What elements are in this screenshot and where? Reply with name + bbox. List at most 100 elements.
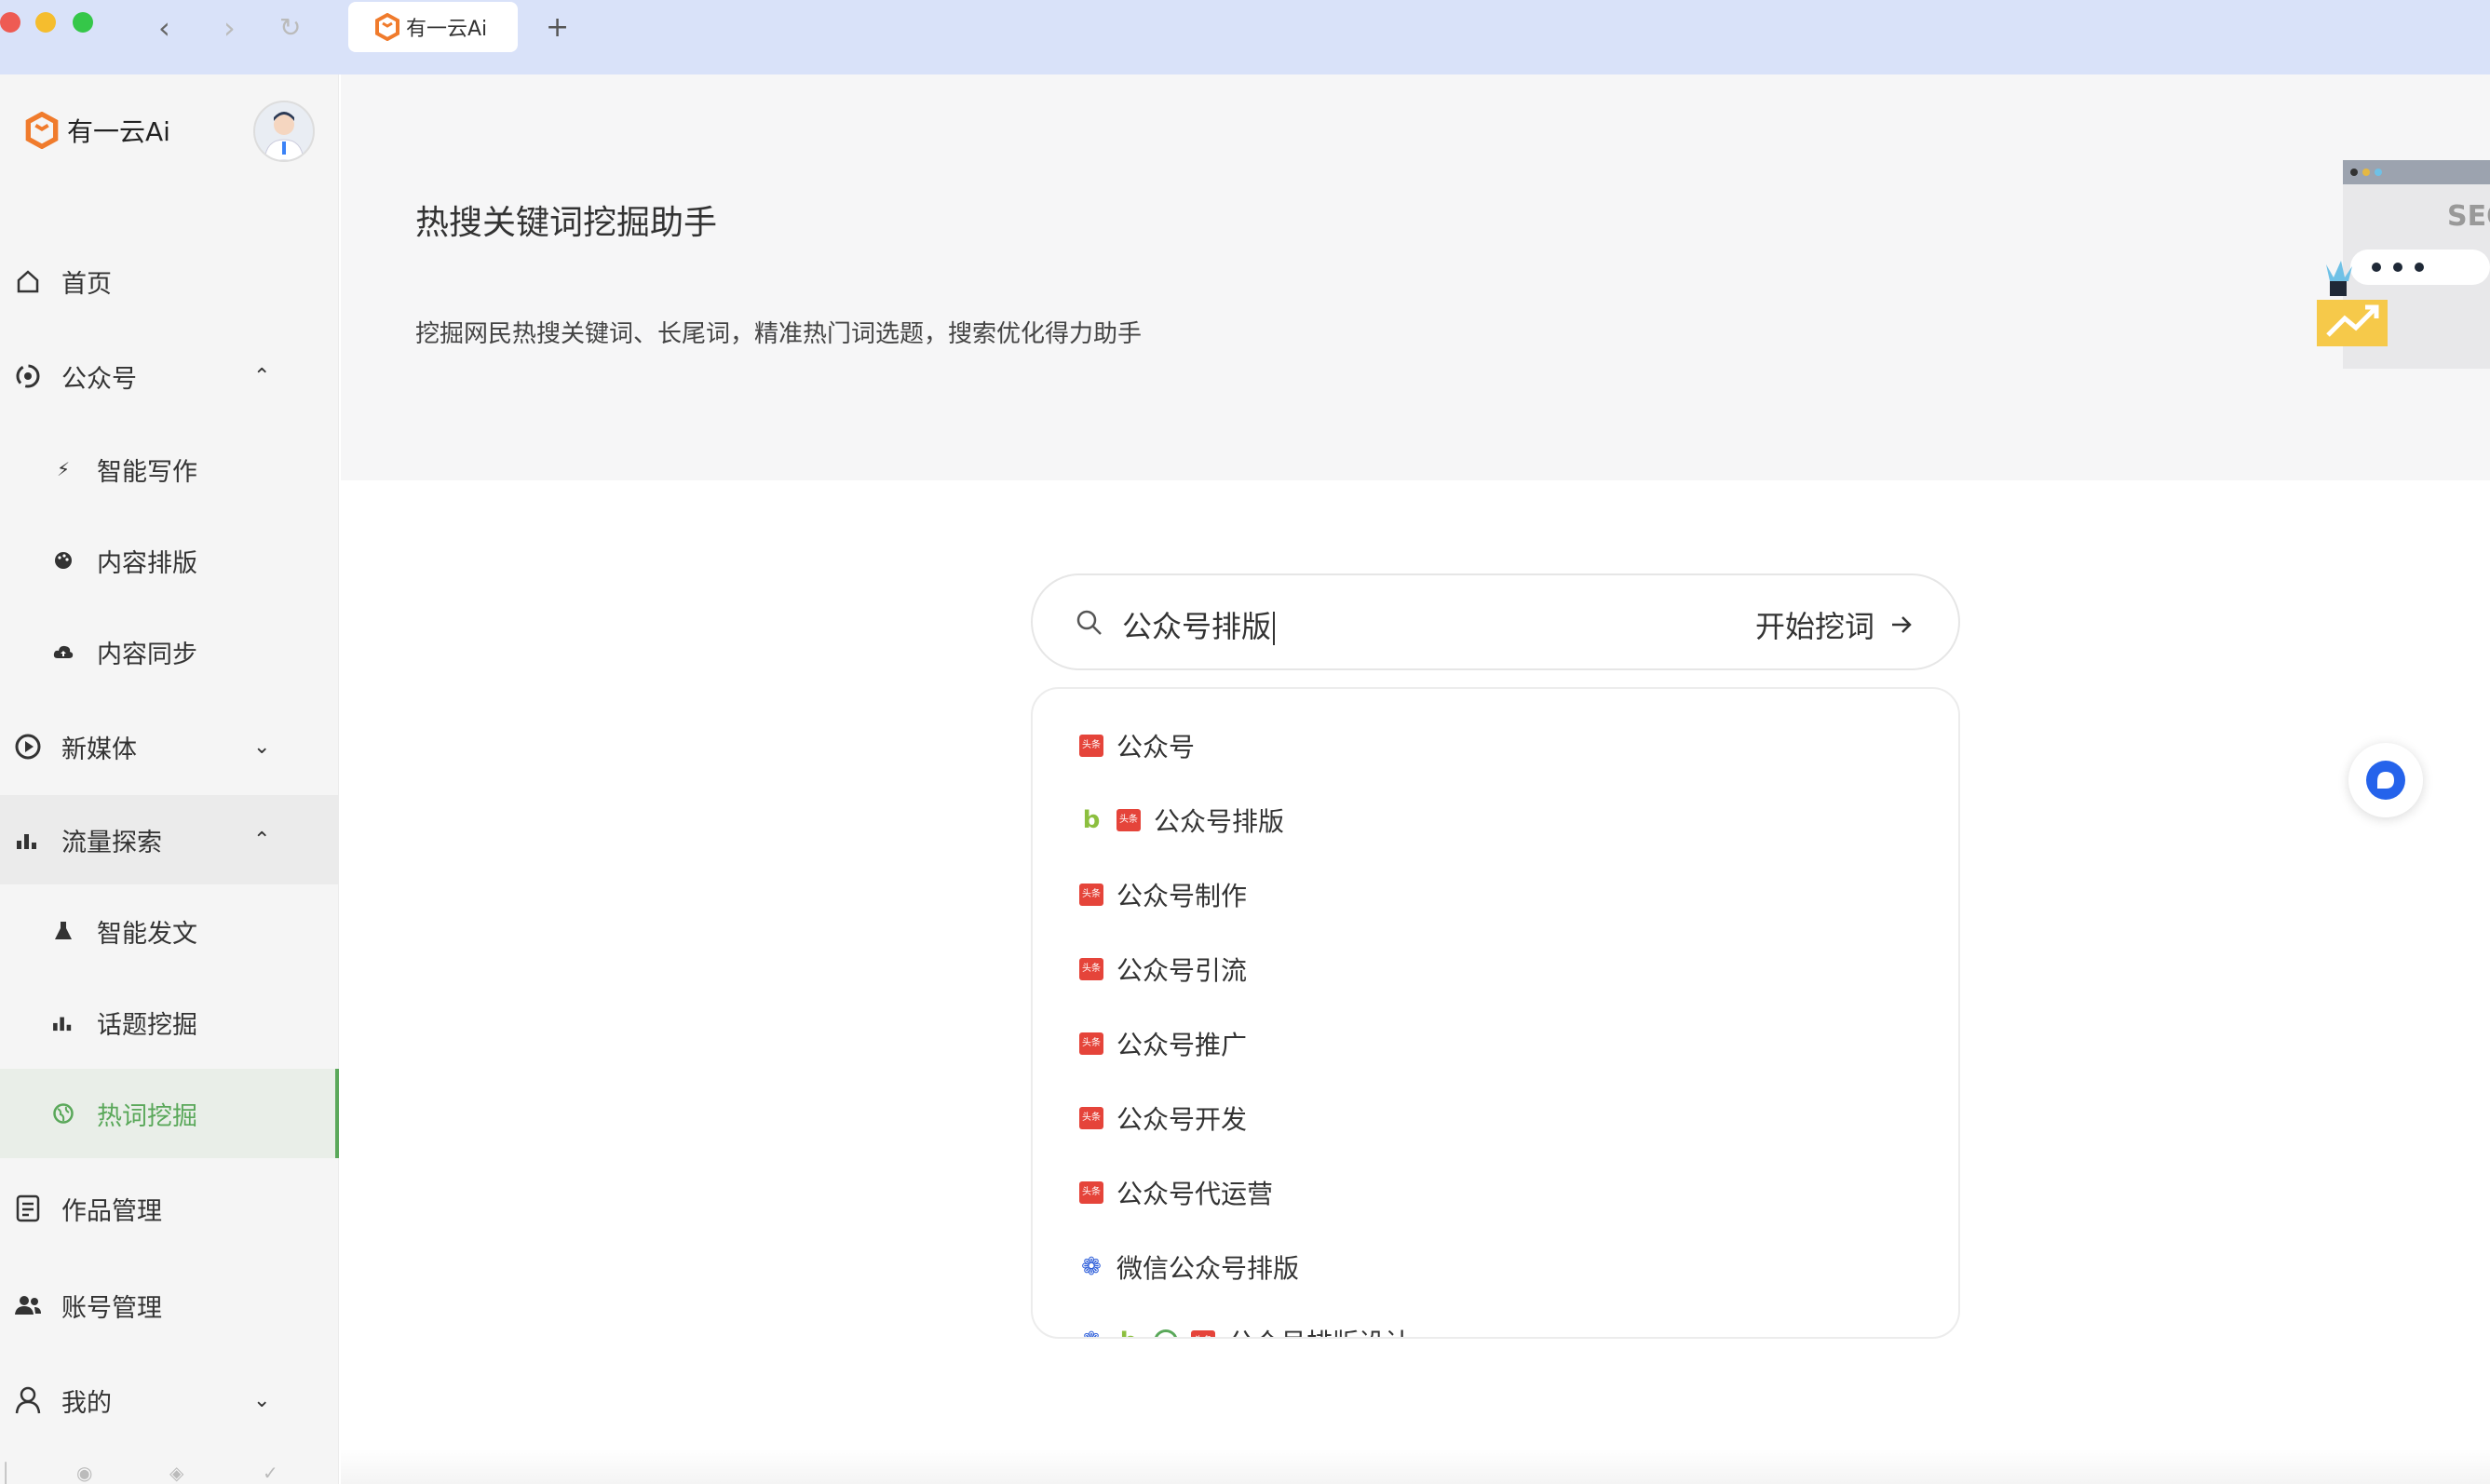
sidebar-footer: │ ◉ ◈ ✓: [0, 1462, 339, 1484]
sidebar-item-label: 我的: [61, 1388, 112, 1418]
new-tab-button[interactable]: +: [546, 9, 569, 47]
page-title: 热搜关键词挖掘助手: [415, 204, 718, 242]
toutiao-icon: 头条: [1079, 1107, 1103, 1129]
sidebar-item-label: 智能发文: [97, 919, 197, 949]
shield-icon[interactable]: ◈: [169, 1462, 183, 1484]
sidebar-item-label: 内容排版: [97, 548, 197, 578]
suggestion-text: 公众号代运营: [1116, 1179, 1274, 1209]
page-bottom: [341, 1449, 2490, 1484]
suggestion-item[interactable]: 头条 公众号制作: [1079, 871, 1247, 918]
bar-chart-icon: [11, 830, 45, 850]
browser-tab[interactable]: 有一云Ai: [348, 2, 518, 52]
brand-name: 有一云Ai: [67, 116, 170, 147]
keyword-search-box[interactable]: 公众号排版 开始挖词: [1031, 573, 1960, 670]
page-subtitle: 挖掘网民热搜关键词、长尾词，精准热门词选题，搜索优化得力助手: [415, 320, 1143, 348]
sidebar-item-official-account[interactable]: 公众号 ⌃: [0, 331, 339, 421]
sidebar-item-label: 作品管理: [61, 1196, 162, 1226]
bing-icon: b: [1116, 1328, 1141, 1337]
suggestion-text: 公众号推广: [1116, 1030, 1248, 1060]
start-mining-label: 开始挖词: [1755, 609, 1875, 644]
baidu-icon: ❁: [1079, 1328, 1103, 1337]
chevron-up-icon: ⌃: [253, 364, 271, 388]
toutiao-icon: 头条: [1191, 1330, 1215, 1337]
bar-chart-icon: [47, 1013, 80, 1032]
palette-icon: [47, 550, 80, 571]
suggestion-text: 公众号引流: [1116, 955, 1248, 986]
bing-icon: b: [1082, 806, 1101, 834]
suggestion-text: 公众号开发: [1116, 1104, 1248, 1135]
sidebar-item-label: 流量探索: [61, 828, 162, 857]
wechat-icon[interactable]: ◉: [76, 1462, 92, 1484]
suggestion-item[interactable]: 头条 公众号: [1079, 722, 1195, 769]
avatar-icon: [264, 112, 304, 160]
sidebar-item-smart-publish[interactable]: 智能发文: [0, 886, 339, 976]
floating-chat-button[interactable]: [2348, 743, 2423, 817]
sidebar-item-smart-writing[interactable]: ⚡︎ 智能写作: [0, 425, 339, 514]
sidebar-item-label: 公众号: [61, 364, 137, 394]
suggestion-item[interactable]: 头条 公众号代运营: [1079, 1169, 1273, 1216]
seo-illustration: SEO: [2317, 160, 2490, 380]
sidebar-item-label: 内容同步: [97, 640, 197, 669]
reload-icon[interactable]: ↻: [279, 9, 301, 47]
toutiao-icon: 头条: [1079, 1181, 1103, 1204]
sidebar-item-traffic-explore[interactable]: 流量探索 ⌃: [0, 795, 339, 884]
avatar[interactable]: [253, 101, 315, 162]
sidebar-item-label: 账号管理: [61, 1293, 162, 1323]
suggestion-text: 公众号: [1116, 732, 1196, 762]
brand-logo-icon: [375, 13, 399, 41]
browser-titlebar: ‹ › ↻ 有一云Ai +: [0, 0, 2490, 74]
document-icon: [11, 1194, 45, 1222]
maximize-window-button[interactable]: [73, 12, 93, 33]
seo-text: SEO: [2447, 200, 2490, 233]
hero-banner: 热搜关键词挖掘助手 挖掘网民热搜关键词、长尾词，精准热门词选题，搜索优化得力助手…: [341, 74, 2490, 480]
sidebar-item-hotword-mining[interactable]: 热词挖掘: [0, 1069, 339, 1158]
sidebar-item-home[interactable]: 首页: [0, 236, 339, 326]
footer-divider-icon: │: [0, 1462, 12, 1484]
chevron-down-icon: ⌄: [253, 1388, 271, 1412]
sidebar-item-content-layout[interactable]: 内容排版: [0, 516, 339, 605]
toutiao-icon: 头条: [1116, 809, 1141, 831]
sidebar-item-topic-mining[interactable]: 话题挖掘: [0, 978, 339, 1067]
suggestion-text: 公众号排版: [1154, 806, 1285, 837]
flask-icon: [47, 920, 80, 942]
suggestion-item[interactable]: 头条 公众号开发: [1079, 1095, 1247, 1141]
sidebar-item-new-media[interactable]: 新媒体 ⌄: [0, 702, 339, 791]
suggestion-item[interactable]: 头条 公众号引流: [1079, 946, 1247, 992]
sidebar-item-content-sync[interactable]: 内容同步: [0, 607, 339, 696]
forward-icon[interactable]: ›: [223, 9, 236, 47]
minimize-window-button[interactable]: [35, 12, 56, 33]
start-mining-button[interactable]: 开始挖词: [1755, 603, 1915, 646]
sidebar-item-mine[interactable]: 我的 ⌄: [0, 1356, 339, 1445]
sougou-icon: [1154, 1329, 1178, 1337]
cloud-upload-icon: [47, 642, 80, 661]
sidebar-item-account-management[interactable]: 账号管理: [0, 1261, 339, 1350]
suggestion-item[interactable]: ❁ b 头条 公众号排版设计: [1079, 1318, 1411, 1337]
tool-icon[interactable]: ✓: [263, 1462, 278, 1484]
toutiao-icon: 头条: [1079, 1032, 1103, 1055]
close-window-button[interactable]: [0, 12, 20, 33]
text-caret: [1273, 612, 1276, 645]
chat-bubble-icon: [2366, 761, 2405, 800]
toutiao-icon: 头条: [1079, 735, 1103, 757]
back-icon[interactable]: ‹: [158, 9, 170, 47]
suggestion-item[interactable]: 头条 公众号推广: [1079, 1020, 1247, 1067]
suggestion-dropdown: 头条 公众号 b 头条 公众号排版 头条 公众号制作 头条 公众号引流 头条 公…: [1031, 687, 1960, 1339]
sidebar-item-label: 新媒体: [61, 735, 137, 764]
sidebar-item-works-management[interactable]: 作品管理: [0, 1164, 339, 1253]
search-icon: [1076, 610, 1102, 635]
toutiao-icon: 头条: [1079, 884, 1103, 906]
baidu-icon: ❁: [1081, 1253, 1102, 1281]
suggestion-item[interactable]: ❁ 微信公众号排版: [1079, 1244, 1299, 1290]
search-input-value: 公众号排版: [1122, 609, 1272, 644]
sidebar: 有一云Ai 首页 公众号 ⌃ ⚡︎ 智能写作 内容排版 内容同步 新媒体 ⌄ 流…: [0, 74, 339, 1484]
chevron-down-icon: ⌄: [253, 735, 271, 759]
suggestion-text: 公众号制作: [1116, 881, 1248, 911]
suggestion-item[interactable]: b 头条 公众号排版: [1079, 797, 1284, 843]
users-icon: [11, 1295, 45, 1315]
sidebar-item-label: 首页: [61, 269, 112, 299]
user-icon: [11, 1385, 45, 1415]
brand[interactable]: 有一云Ai: [24, 112, 170, 149]
search-input[interactable]: 公众号排版: [1122, 603, 1276, 646]
wechat-official-icon: [11, 361, 45, 391]
brand-logo-icon: [25, 112, 59, 149]
